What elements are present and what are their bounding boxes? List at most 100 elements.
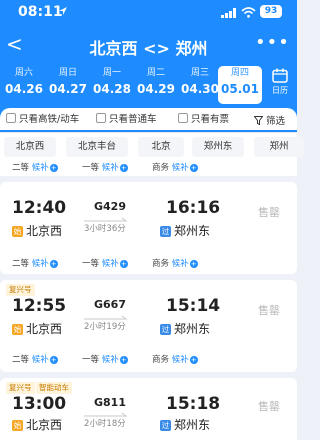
plus-icon: +	[49, 260, 58, 268]
date-label: 04.27	[49, 82, 87, 96]
waitlist-label: 候补	[31, 163, 49, 173]
high-speed-only-checkbox[interactable]: 只看高铁/动车	[6, 113, 79, 127]
wifi-icon	[241, 7, 256, 18]
seat-second[interactable]: 二等 候补 +	[12, 257, 58, 269]
station-chip[interactable]: 郑州东	[192, 137, 244, 157]
seat-class: 商务	[152, 163, 170, 173]
start-station-icon: 始	[12, 226, 23, 237]
arrival-station-name: 郑州东	[174, 322, 211, 336]
arrival-station: 过郑州东	[160, 320, 210, 337]
seat-class: 商务	[152, 259, 170, 269]
seat-first[interactable]: 一等 候补 +	[82, 353, 128, 365]
train-card[interactable]: 12:40 始北京西 G429 3小时36分 16:16 过郑州东 售罄 二等 …	[0, 182, 297, 274]
has-ticket-only-checkbox[interactable]: 只看有票	[178, 113, 229, 127]
arrival-station-name: 郑州东	[174, 418, 211, 432]
battery-icon: 93	[260, 5, 282, 18]
station-chip[interactable]: 北京西	[4, 137, 56, 157]
duration: 2小时19分	[84, 322, 126, 332]
seat-class: 一等	[82, 259, 100, 269]
date-label: 05.01	[221, 82, 259, 96]
plus-icon: +	[189, 164, 198, 172]
start-station-icon: 始	[12, 324, 23, 335]
date-tab[interactable]: 周日 04.27	[46, 66, 90, 104]
pass-station-icon: 过	[160, 226, 171, 237]
train-card[interactable]: 复兴号 智能动车 13:00 始北京西 G811 2小时18分 15:18 过郑…	[0, 378, 297, 440]
date-tab[interactable]: 周二 04.29	[134, 66, 178, 104]
departure-station-name: 北京西	[26, 224, 63, 238]
sold-out-status: 售罄	[258, 400, 280, 413]
train-number: G429	[94, 200, 126, 213]
calendar-button[interactable]: 日历	[266, 68, 294, 104]
waitlist-label: 候补	[171, 355, 189, 365]
arrival-time: 15:18	[166, 394, 221, 414]
seat-class: 二等	[12, 163, 30, 173]
date-selector: 周六 04.26 周日 04.27 周一 04.28 周二 04.29 周三 0…	[0, 66, 297, 104]
waitlist-label: 候补	[101, 259, 119, 269]
more-icon[interactable]: •••	[255, 32, 290, 53]
funnel-icon	[253, 116, 264, 126]
seat-class: 一等	[82, 163, 100, 173]
fuxing-tag: 复兴号	[6, 382, 35, 394]
header: 08:11 93 < 北京西 <> 郑州 ••• 周六 04.26 周日 04.…	[0, 0, 297, 132]
arrival-time: 16:16	[166, 198, 221, 218]
seat-class: 二等	[12, 355, 30, 365]
seat-class: 二等	[12, 259, 30, 269]
station-chip[interactable]: 北京丰台	[66, 137, 128, 157]
date-label: 04.30	[181, 82, 219, 96]
train-card[interactable]: 复兴号 12:55 始北京西 G667 2小时19分 15:14 过郑州东 售罄…	[0, 280, 297, 372]
filter-button[interactable]: 筛选	[253, 113, 285, 127]
date-tab[interactable]: 周六 04.26	[2, 66, 46, 104]
nav-bar: < 北京西 <> 郑州 •••	[0, 30, 297, 60]
weekday-label: 周四	[230, 68, 249, 78]
weekday-label: 周日	[58, 68, 77, 78]
plus-icon: +	[49, 164, 58, 172]
plus-icon: +	[49, 356, 58, 364]
seat-business[interactable]: 商务 候补 +	[152, 353, 198, 365]
seat-second[interactable]: 二等 候补 +	[12, 161, 58, 173]
departure-station-name: 北京西	[26, 418, 63, 432]
checkbox-label: 只看普通车	[109, 114, 157, 125]
normal-train-only-checkbox[interactable]: 只看普通车	[96, 113, 157, 127]
seat-second[interactable]: 二等 候补 +	[12, 353, 58, 365]
date-label: 04.28	[93, 82, 131, 96]
waitlist-label: 候补	[31, 355, 49, 365]
weekday-label: 周六	[14, 68, 33, 78]
calendar-label: 日历	[272, 86, 288, 95]
arrival-station: 过郑州东	[160, 222, 210, 239]
checkbox-label: 只看有票	[191, 114, 230, 125]
station-chip[interactable]: 郑州	[254, 137, 304, 157]
seat-first[interactable]: 一等 候补 +	[82, 257, 128, 269]
date-label: 04.26	[5, 82, 43, 96]
plus-icon: +	[189, 356, 198, 364]
page-title: 北京西 <> 郑州	[89, 39, 208, 58]
date-tab[interactable]: 周一 04.28	[90, 66, 134, 104]
date-tab[interactable]: 周三 04.30	[178, 66, 222, 104]
sold-out-status: 售罄	[258, 206, 280, 219]
station-chip[interactable]: 北京	[138, 137, 184, 157]
waitlist-label: 候补	[101, 355, 119, 365]
arrival-station-name: 郑州东	[174, 224, 211, 238]
date-tab-selected[interactable]: 周四 05.01	[218, 66, 262, 104]
sold-out-status: 售罄	[258, 304, 280, 317]
weekday-label: 周一	[102, 68, 121, 78]
departure-time: 13:00	[12, 394, 67, 414]
checkbox-icon	[6, 113, 16, 123]
pass-station-icon: 过	[160, 324, 171, 335]
seat-first[interactable]: 一等 候补 +	[82, 161, 128, 173]
waitlist-label: 候补	[171, 163, 189, 173]
signal-icon	[221, 8, 236, 18]
train-number: G667	[94, 298, 126, 311]
checkbox-icon	[178, 113, 188, 123]
smart-emu-tag: 智能动车	[36, 382, 72, 394]
departure-time: 12:40	[12, 198, 67, 218]
departure-time: 12:55	[12, 296, 67, 316]
status-bar: 08:11 93	[0, 0, 297, 26]
seat-class: 一等	[82, 355, 100, 365]
plus-icon: +	[119, 260, 128, 268]
seat-row: 二等 候补 + 一等 候补 + 商务 候补 +	[0, 160, 297, 176]
seat-business[interactable]: 商务 候补 +	[152, 257, 198, 269]
seat-business[interactable]: 商务 候补 +	[152, 161, 198, 173]
waitlist-label: 候补	[171, 259, 189, 269]
waitlist-label: 候补	[31, 259, 49, 269]
date-label: 04.29	[137, 82, 175, 96]
